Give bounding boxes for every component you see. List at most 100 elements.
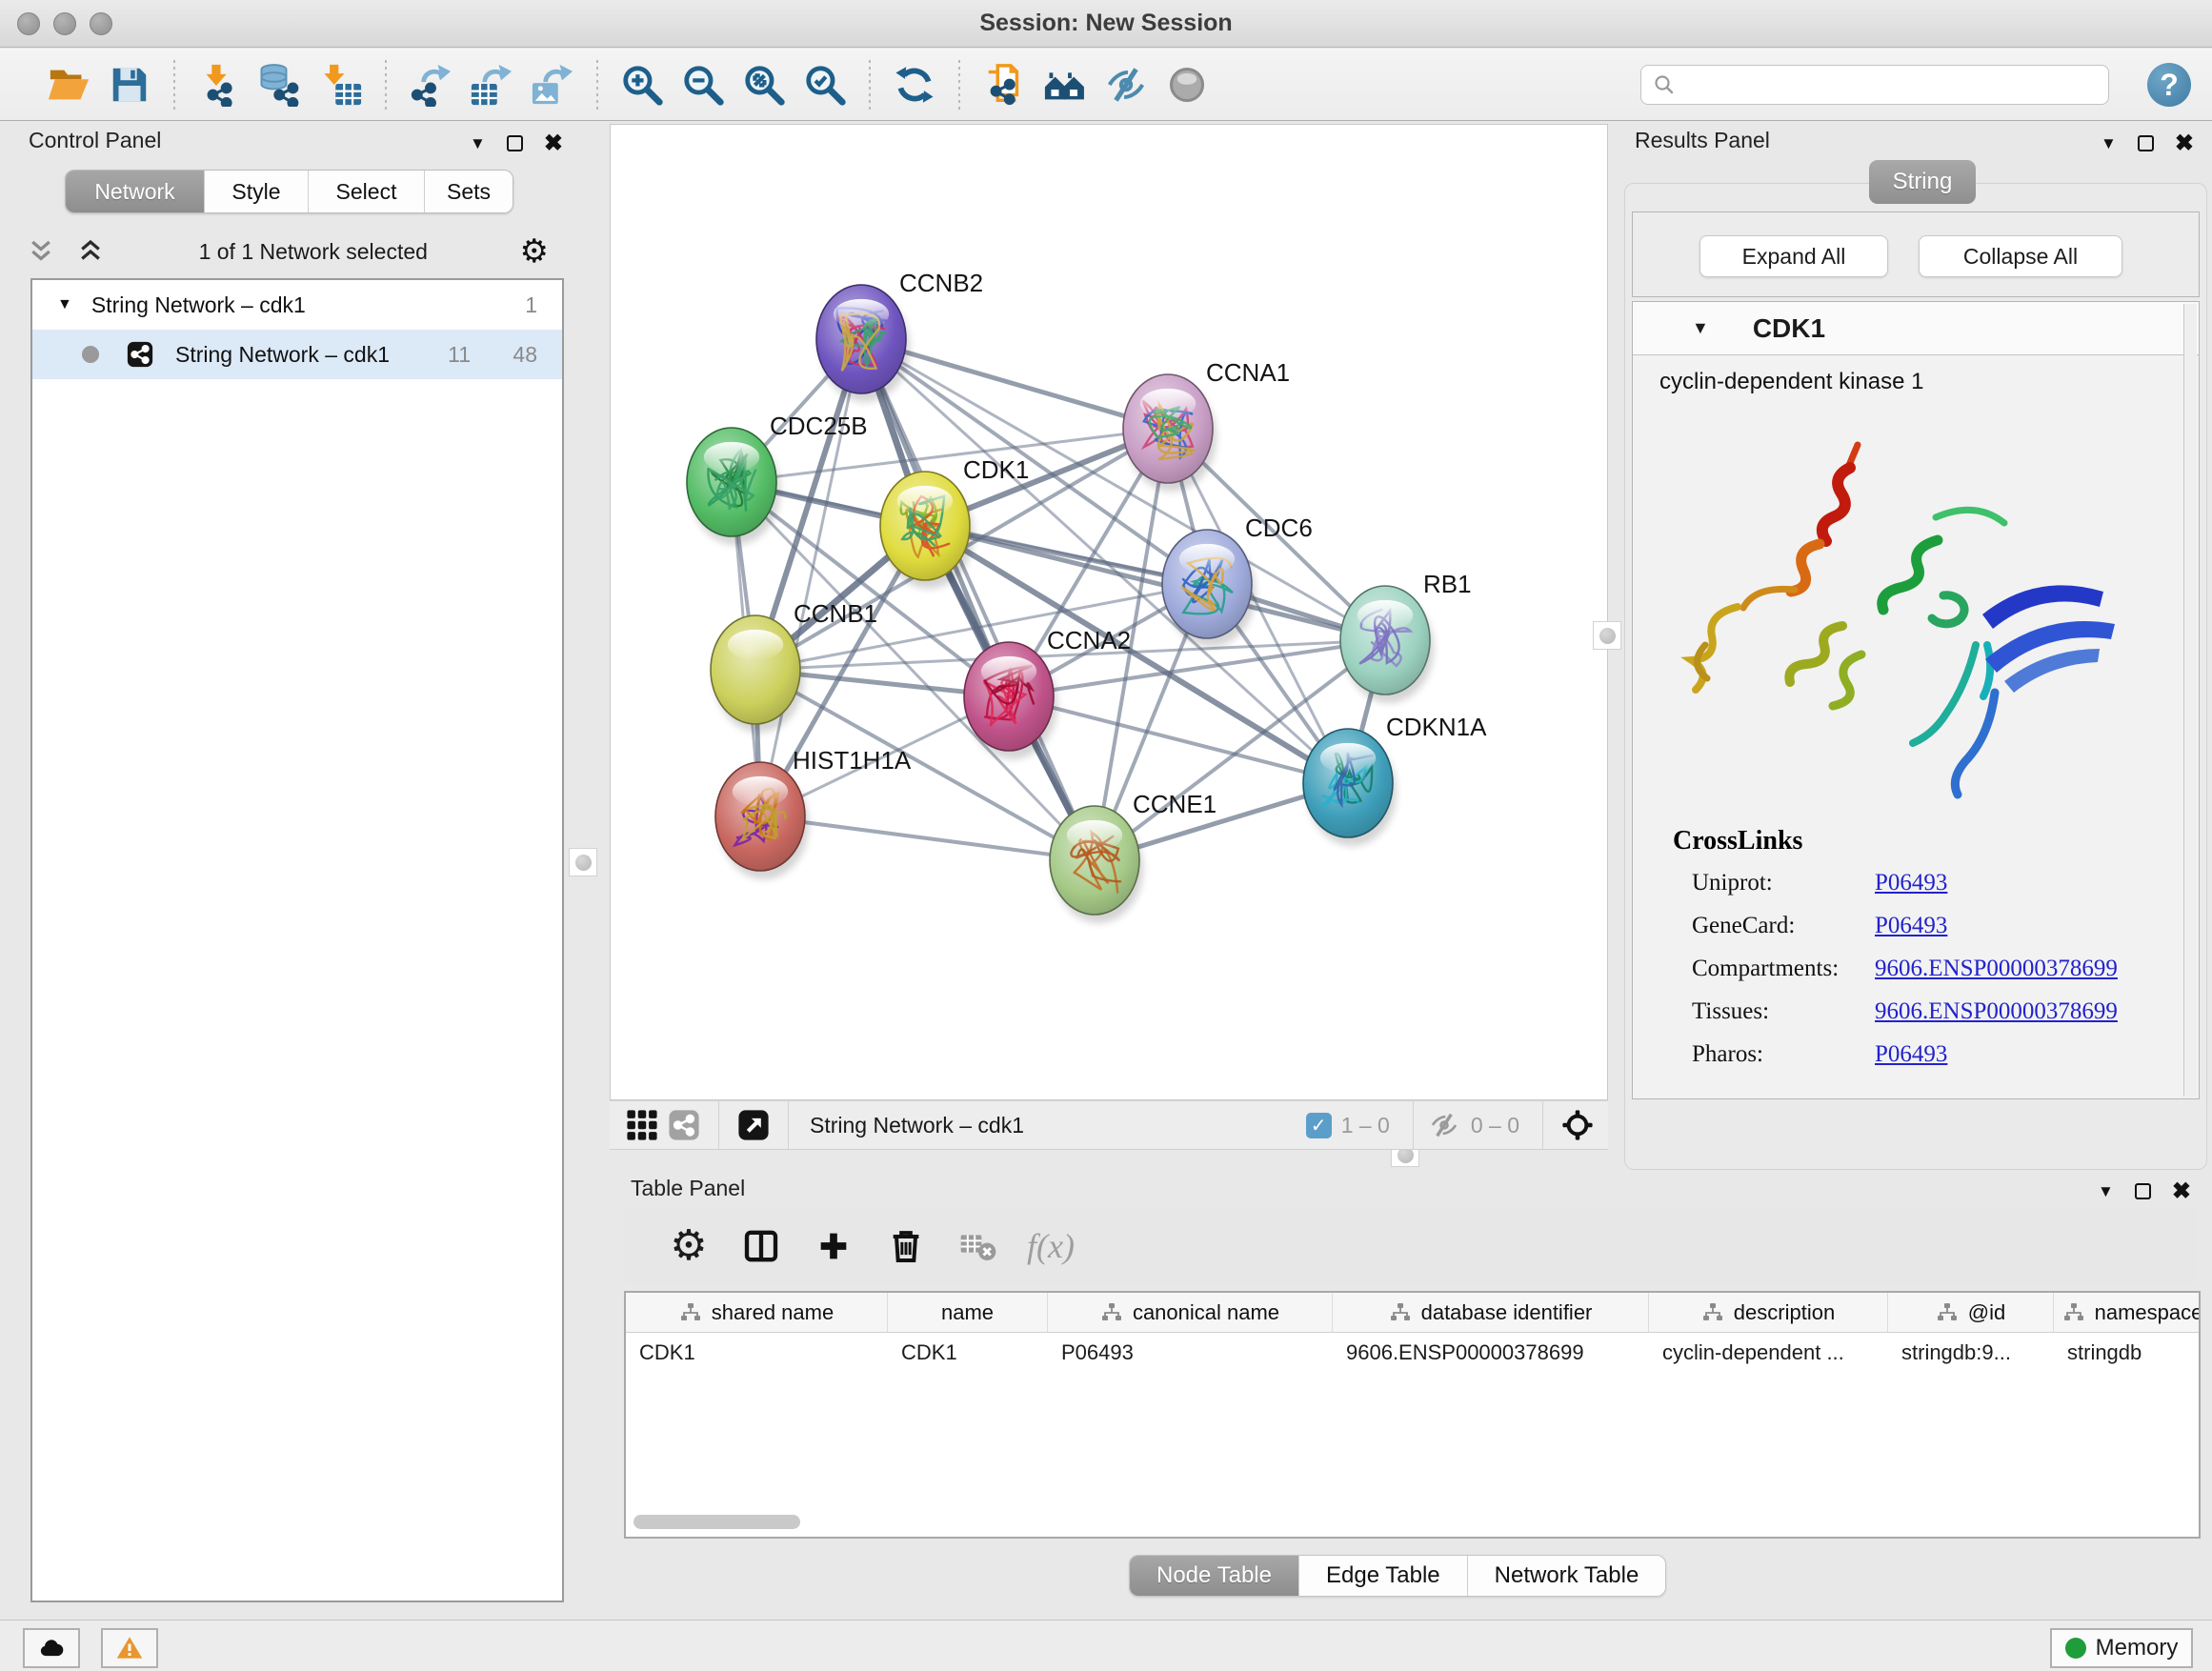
network-tree-row[interactable]: String Network – cdk1 11 48: [32, 330, 562, 379]
share-icon: [668, 1109, 700, 1141]
column-header-shared-name[interactable]: shared name: [626, 1293, 888, 1332]
export-image-button[interactable]: [522, 58, 583, 111]
search-field[interactable]: [1640, 65, 2109, 105]
network-node-CCNB2[interactable]: CCNB2: [816, 269, 983, 402]
table-panel: Table Panel ▼ ✖ ⚙ f(x) shared namenameca…: [610, 1172, 2212, 1620]
expand-all-button[interactable]: Expand All: [1699, 235, 1888, 277]
network-node-CCNE1[interactable]: CCNE1: [1050, 790, 1217, 923]
results-panel: Results Panel ▼ ✖ String Expand All Coll…: [1619, 124, 2212, 1172]
table-panel-menu-icon[interactable]: ▼: [2098, 1182, 2114, 1201]
results-panel-close-icon[interactable]: ✖: [2175, 130, 2194, 157]
column-header-description[interactable]: description: [1649, 1293, 1888, 1332]
left-splitter-grip[interactable]: [569, 848, 597, 876]
collapse-all-button[interactable]: Collapse All: [1919, 235, 2122, 277]
tab-style[interactable]: Style: [205, 171, 309, 212]
tab-network-table[interactable]: Network Table: [1468, 1556, 1666, 1596]
network-tree-row[interactable]: ▼ String Network – cdk1 1: [32, 280, 562, 330]
column-header-name[interactable]: name: [888, 1293, 1048, 1332]
crosslink-link[interactable]: 9606.ENSP00000378699: [1875, 956, 2118, 982]
memory-button[interactable]: Memory: [2050, 1628, 2193, 1668]
column-header-namespace[interactable]: namespace: [2054, 1293, 2201, 1332]
tree-expand-icon[interactable]: ▼: [57, 296, 72, 313]
network-node-CCNA1[interactable]: CCNA1: [1123, 358, 1290, 492]
string-home-icon: [1043, 63, 1087, 107]
help-button[interactable]: ?: [2147, 63, 2191, 107]
tab-edge-table[interactable]: Edge Table: [1299, 1556, 1468, 1596]
collapse-all-icon[interactable]: [74, 237, 107, 266]
results-panel-menu-icon[interactable]: ▼: [2101, 134, 2117, 153]
add-column-button[interactable]: [797, 1219, 870, 1273]
crosslink-link[interactable]: 9606.ENSP00000378699: [1875, 998, 2118, 1025]
zoom-fit-button[interactable]: [734, 58, 794, 111]
show-columns-button[interactable]: [725, 1219, 797, 1273]
gene-collapse-icon[interactable]: ▼: [1692, 318, 1709, 338]
clone-network-button[interactable]: [974, 58, 1035, 111]
export-table-button[interactable]: [461, 58, 522, 111]
table-panel-close-icon[interactable]: ✖: [2172, 1178, 2191, 1205]
string-home-button[interactable]: [1035, 58, 1096, 111]
network-node-CDKN1A[interactable]: CDKN1A: [1303, 713, 1487, 846]
cloud-button[interactable]: [23, 1628, 80, 1668]
tab-select[interactable]: Select: [309, 171, 425, 212]
network-options-gear-icon[interactable]: ⚙: [520, 235, 549, 268]
node-label: CCNA1: [1206, 358, 1290, 387]
table-settings-button[interactable]: ⚙: [653, 1219, 725, 1273]
zoom-out-button[interactable]: [673, 58, 734, 111]
crosslink-link[interactable]: P06493: [1875, 913, 1947, 939]
save-session-button[interactable]: [99, 58, 160, 111]
hide-panels-button[interactable]: [1096, 58, 1156, 111]
results-panel-float-icon[interactable]: [2138, 135, 2154, 151]
crosslink-row: Pharos:P06493: [1692, 1041, 2168, 1084]
export-table-icon: [470, 63, 513, 107]
network-canvas[interactable]: CCNB2 CCNA1 CDC25B CDK1 CDC6 RB1 CCNB1 C…: [610, 124, 1608, 1100]
tab-sets[interactable]: Sets: [425, 171, 513, 212]
open-session-button[interactable]: [38, 58, 99, 111]
column-header-database-identifier[interactable]: database identifier: [1333, 1293, 1649, 1332]
network-node-CDC25B[interactable]: CDC25B: [687, 412, 868, 545]
tab-node-table[interactable]: Node Table: [1130, 1556, 1299, 1596]
warnings-button[interactable]: [101, 1628, 158, 1668]
right-splitter-grip[interactable]: [1593, 621, 1621, 650]
column-header-canonical-name[interactable]: canonical name: [1048, 1293, 1333, 1332]
import-network-database-button[interactable]: [250, 58, 311, 111]
network-share-button[interactable]: [663, 1106, 705, 1144]
network-node-CDC6[interactable]: CDC6: [1162, 513, 1313, 647]
eye-orb-button[interactable]: [1156, 58, 1217, 111]
birdseye-grid-button[interactable]: [621, 1106, 663, 1144]
control-panel: Control Panel ▼ ✖ NetworkStyleSelectSets…: [8, 124, 570, 1610]
control-panel-menu-icon[interactable]: ▼: [470, 134, 486, 153]
table-cell: stringdb:9...: [1888, 1333, 2054, 1373]
fit-selected-button[interactable]: [1557, 1106, 1599, 1144]
zoom-selected-button[interactable]: [794, 58, 855, 111]
network-node-RB1[interactable]: RB1: [1340, 570, 1472, 703]
delete-column-button[interactable]: [870, 1219, 942, 1273]
control-panel-close-icon[interactable]: ✖: [544, 130, 563, 157]
node-label: CDC6: [1245, 513, 1313, 542]
import-table-file-button[interactable]: [311, 58, 372, 111]
import-network-file-button[interactable]: [189, 58, 250, 111]
expand-all-icon[interactable]: [25, 237, 57, 266]
tab-network[interactable]: Network: [66, 171, 205, 212]
hidden-eye-icon[interactable]: [1427, 1110, 1461, 1140]
network-node-HIST1H1A[interactable]: HIST1H1A: [715, 746, 912, 879]
delete-table-button[interactable]: [942, 1219, 1015, 1273]
export-network-button[interactable]: [400, 58, 461, 111]
column-header-@id[interactable]: @id: [1888, 1293, 2054, 1332]
results-scrollbar[interactable]: [2183, 304, 2197, 1097]
crosslink-link[interactable]: P06493: [1875, 1041, 1947, 1068]
control-panel-float-icon[interactable]: [507, 135, 523, 151]
refresh-button[interactable]: [884, 58, 945, 111]
search-input[interactable]: [1683, 72, 2108, 97]
table-hscrollbar[interactable]: [633, 1515, 800, 1529]
crosslink-link[interactable]: P06493: [1875, 870, 1947, 896]
open-view-button[interactable]: [733, 1106, 774, 1144]
open-in-window-icon: [737, 1109, 770, 1141]
function-builder-button[interactable]: f(x): [1015, 1219, 1087, 1273]
node-label: CCNB2: [899, 269, 983, 297]
selected-nodes-checkbox[interactable]: ✓: [1306, 1113, 1332, 1138]
table-row[interactable]: CDK1CDK1P064939606.ENSP00000378699cyclin…: [626, 1333, 2199, 1373]
table-panel-float-icon[interactable]: [2135, 1183, 2151, 1199]
tab-string[interactable]: String: [1869, 160, 1976, 204]
zoom-in-button[interactable]: [612, 58, 673, 111]
gene-section-header[interactable]: ▼ CDK1: [1633, 302, 2199, 355]
